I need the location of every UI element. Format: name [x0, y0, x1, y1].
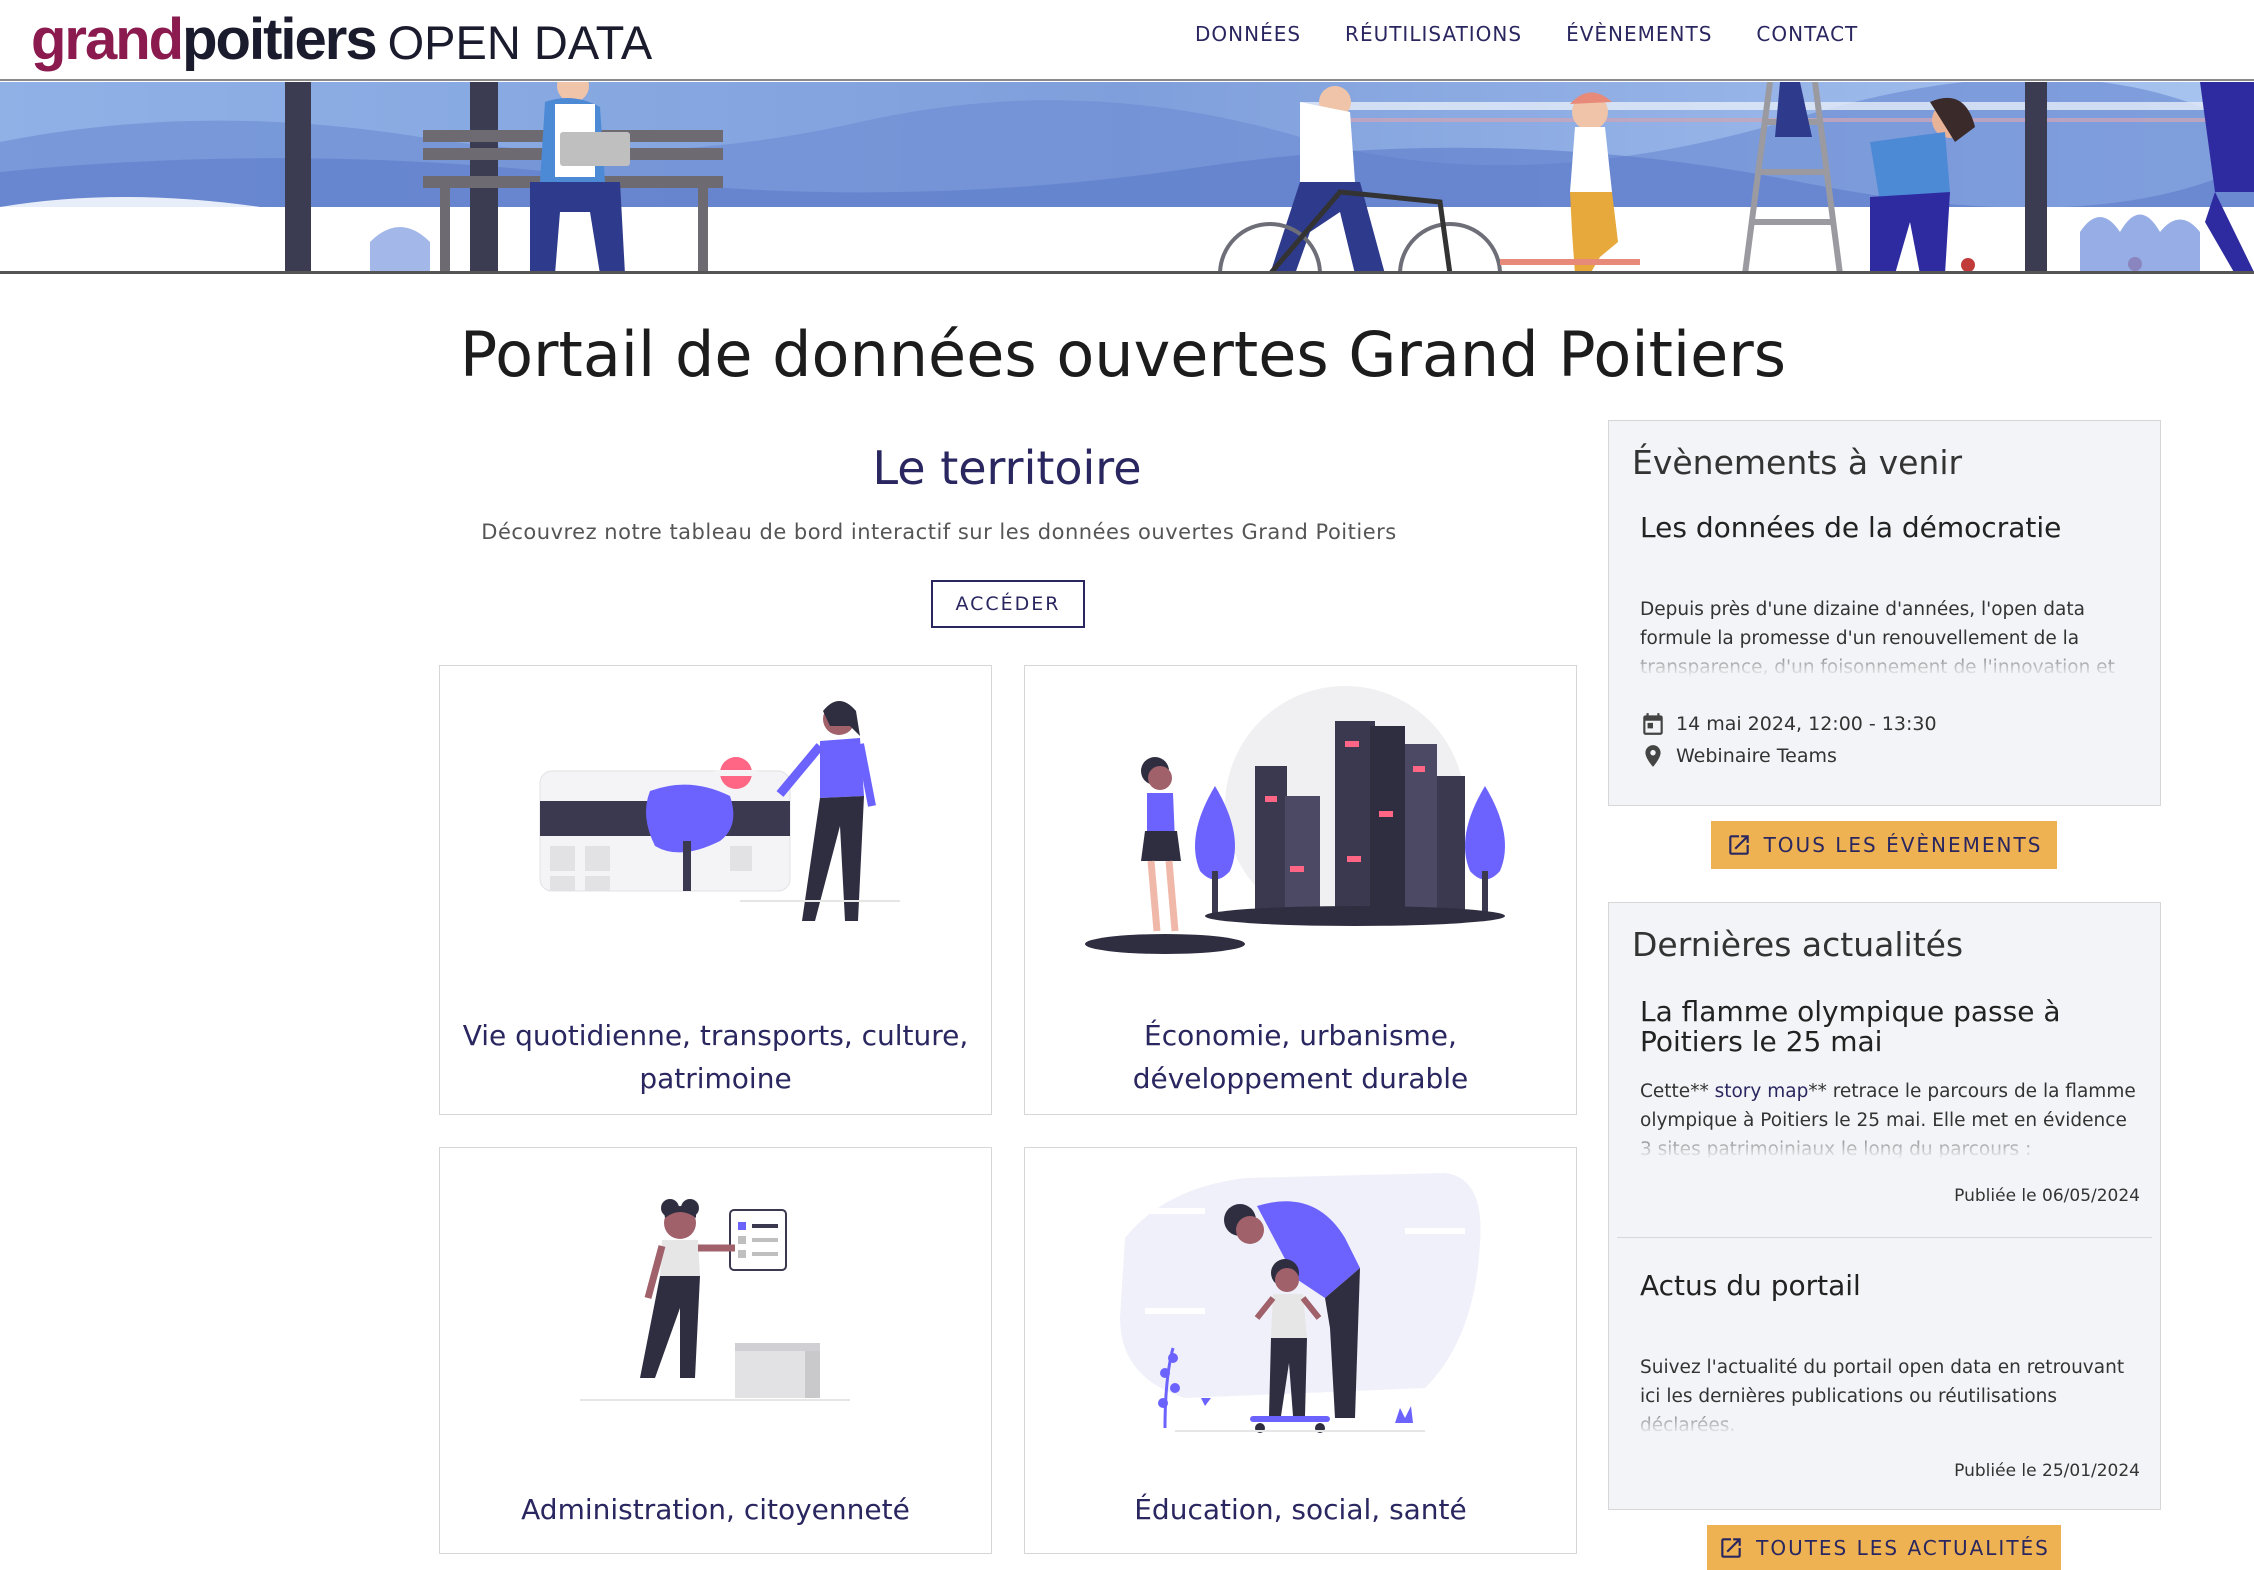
event-location-text: Webinaire Teams	[1676, 745, 1837, 767]
card-caption-line1: Économie, urbanisme,	[1144, 1019, 1457, 1052]
nav-item-reutilisations[interactable]: RÉUTILISATIONS	[1345, 22, 1522, 46]
text-fade	[1640, 647, 2140, 677]
event-date-text: 14 mai 2024, 12:00 - 13:30	[1676, 713, 1937, 735]
site-logo[interactable]: grand poitiers OPEN DATA	[31, 6, 652, 76]
news-heading: Dernières actualités	[1632, 925, 1964, 964]
card-caption: Économie, urbanisme, développement durab…	[1035, 1014, 1566, 1100]
card-caption-line2: patrimoine	[639, 1062, 792, 1095]
text-fade	[1640, 1129, 2140, 1159]
text-fade	[1640, 1405, 2140, 1435]
nav-item-evenements[interactable]: ÉVÈNEMENTS	[1566, 22, 1712, 46]
event-date: 14 mai 2024, 12:00 - 13:30	[1640, 711, 1937, 737]
page-title: Portail de données ouvertes Grand Poitie…	[459, 318, 1787, 391]
news-item-description: Cette** story map** retrace le parcours …	[1640, 1077, 2140, 1159]
nav-item-donnees[interactable]: DONNÉES	[1195, 22, 1301, 46]
news-item-title[interactable]: Actus du portail	[1640, 1271, 2140, 1301]
hero-banner	[0, 82, 2254, 274]
news-panel: Dernières actualités La flamme olympique…	[1608, 902, 2161, 1510]
story-map-link[interactable]: story map	[1715, 1081, 1809, 1102]
theme-card-vie-quotidienne[interactable]: Vie quotidienne, transports, culture, pa…	[439, 665, 992, 1115]
calendar-icon	[1643, 713, 1663, 735]
logo-text-poitiers: poitiers	[182, 7, 377, 72]
all-events-label: TOUS LES ÉVÈNEMENTS	[1763, 833, 2043, 857]
logo-text-grand: grand	[31, 7, 184, 72]
territoire-title: Le territoire	[872, 441, 1142, 495]
site-header: grand poitiers OPEN DATA DONNÉES RÉUTILI…	[0, 0, 2254, 81]
logo-text-open-data: OPEN DATA	[387, 16, 653, 69]
news-item-description: Suivez l'actualité du portail open data …	[1640, 1353, 2140, 1435]
news-item-published-date: Publiée le 06/05/2024	[1954, 1186, 2140, 1206]
external-link-icon	[1728, 835, 1749, 855]
all-events-button[interactable]: TOUS LES ÉVÈNEMENTS	[1711, 821, 2057, 869]
news-divider	[1617, 1237, 2152, 1238]
acceder-button[interactable]: ACCÉDER	[931, 580, 1085, 628]
main-nav: DONNÉES RÉUTILISATIONS ÉVÈNEMENTS CONTAC…	[1195, 22, 1902, 46]
card-caption-line1: Vie quotidienne, transports, culture,	[462, 1019, 969, 1052]
card-caption: Éducation, social, santé	[1035, 1488, 1566, 1531]
card-caption-line1: Éducation, social, santé	[1134, 1493, 1467, 1526]
event-location: Webinaire Teams	[1640, 743, 1837, 769]
event-description: Depuis près d'une dizaine d'années, l'op…	[1640, 595, 2140, 677]
theme-card-administration[interactable]: Administration, citoyenneté	[439, 1147, 992, 1554]
city-buildings-illustration	[1085, 686, 1505, 954]
theme-card-education[interactable]: Éducation, social, santé	[1024, 1147, 1577, 1554]
theme-card-economie[interactable]: Économie, urbanisme, développement durab…	[1024, 665, 1577, 1115]
banner-illustration	[0, 82, 2254, 271]
card-caption: Administration, citoyenneté	[450, 1488, 981, 1531]
card-caption-line2: développement durable	[1132, 1062, 1469, 1095]
events-panel: Évènements à venir Les données de la dém…	[1608, 420, 2161, 806]
news-text-before: Cette**	[1640, 1081, 1715, 1102]
nav-item-contact[interactable]: CONTACT	[1756, 22, 1858, 46]
all-news-button[interactable]: TOUTES LES ACTUALITÉS	[1707, 1525, 2061, 1570]
external-link-icon	[1721, 1537, 1741, 1558]
all-news-label: TOUTES LES ACTUALITÉS	[1756, 1535, 2050, 1560]
parent-child-illustration	[1120, 1173, 1481, 1433]
card-caption-line1: Administration, citoyenneté	[521, 1493, 910, 1526]
events-heading: Évènements à venir	[1632, 443, 1963, 482]
city-street-illustration	[539, 701, 900, 921]
card-caption: Vie quotidienne, transports, culture, pa…	[450, 1014, 981, 1100]
news-item-title[interactable]: La flamme olympique passe à Poitiers le …	[1640, 997, 2140, 1057]
event-title[interactable]: Les données de la démocratie	[1640, 513, 2140, 543]
news-item-published-date: Publiée le 25/01/2024	[1954, 1461, 2140, 1481]
territoire-description: Découvrez notre tableau de bord interact…	[481, 520, 1397, 544]
location-pin-icon	[1645, 745, 1661, 767]
voting-illustration	[580, 1199, 850, 1401]
